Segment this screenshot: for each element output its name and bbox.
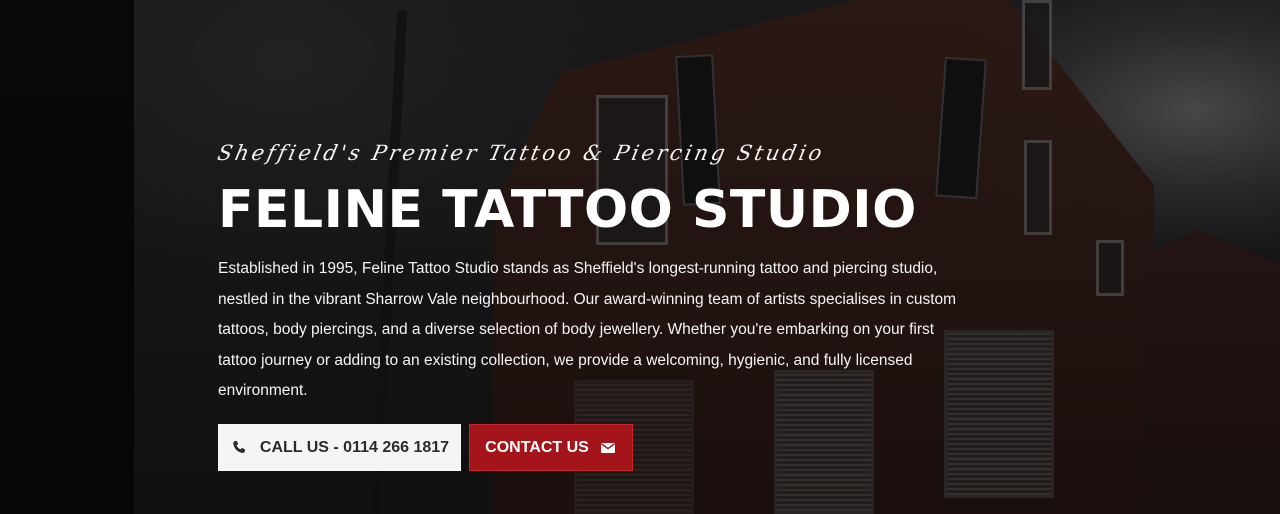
- call-us-label: CALL US - 0114 266 1817: [259, 438, 450, 456]
- hero-content: Sheffield's Premier Tattoo & Piercing St…: [215, 138, 958, 407]
- hero-description: Established in 1995, Feline Tattoo Studi…: [218, 260, 957, 399]
- page-title: FELINE TATTOO STUDIO: [218, 180, 917, 240]
- contact-us-label: CONTACT US: [485, 438, 589, 456]
- phone-icon: [230, 439, 248, 457]
- contact-us-button[interactable]: CONTACT US: [469, 424, 633, 471]
- hero-tagline: Sheffield's Premier Tattoo & Piercing St…: [215, 141, 828, 165]
- call-us-button[interactable]: CALL US - 0114 266 1817: [218, 424, 461, 471]
- hero-buttons: CALL US - 0114 266 1817 CONTACT US: [218, 424, 633, 471]
- envelope-icon: [599, 439, 617, 457]
- hero-section: Sheffield's Premier Tattoo & Piercing St…: [0, 0, 1280, 514]
